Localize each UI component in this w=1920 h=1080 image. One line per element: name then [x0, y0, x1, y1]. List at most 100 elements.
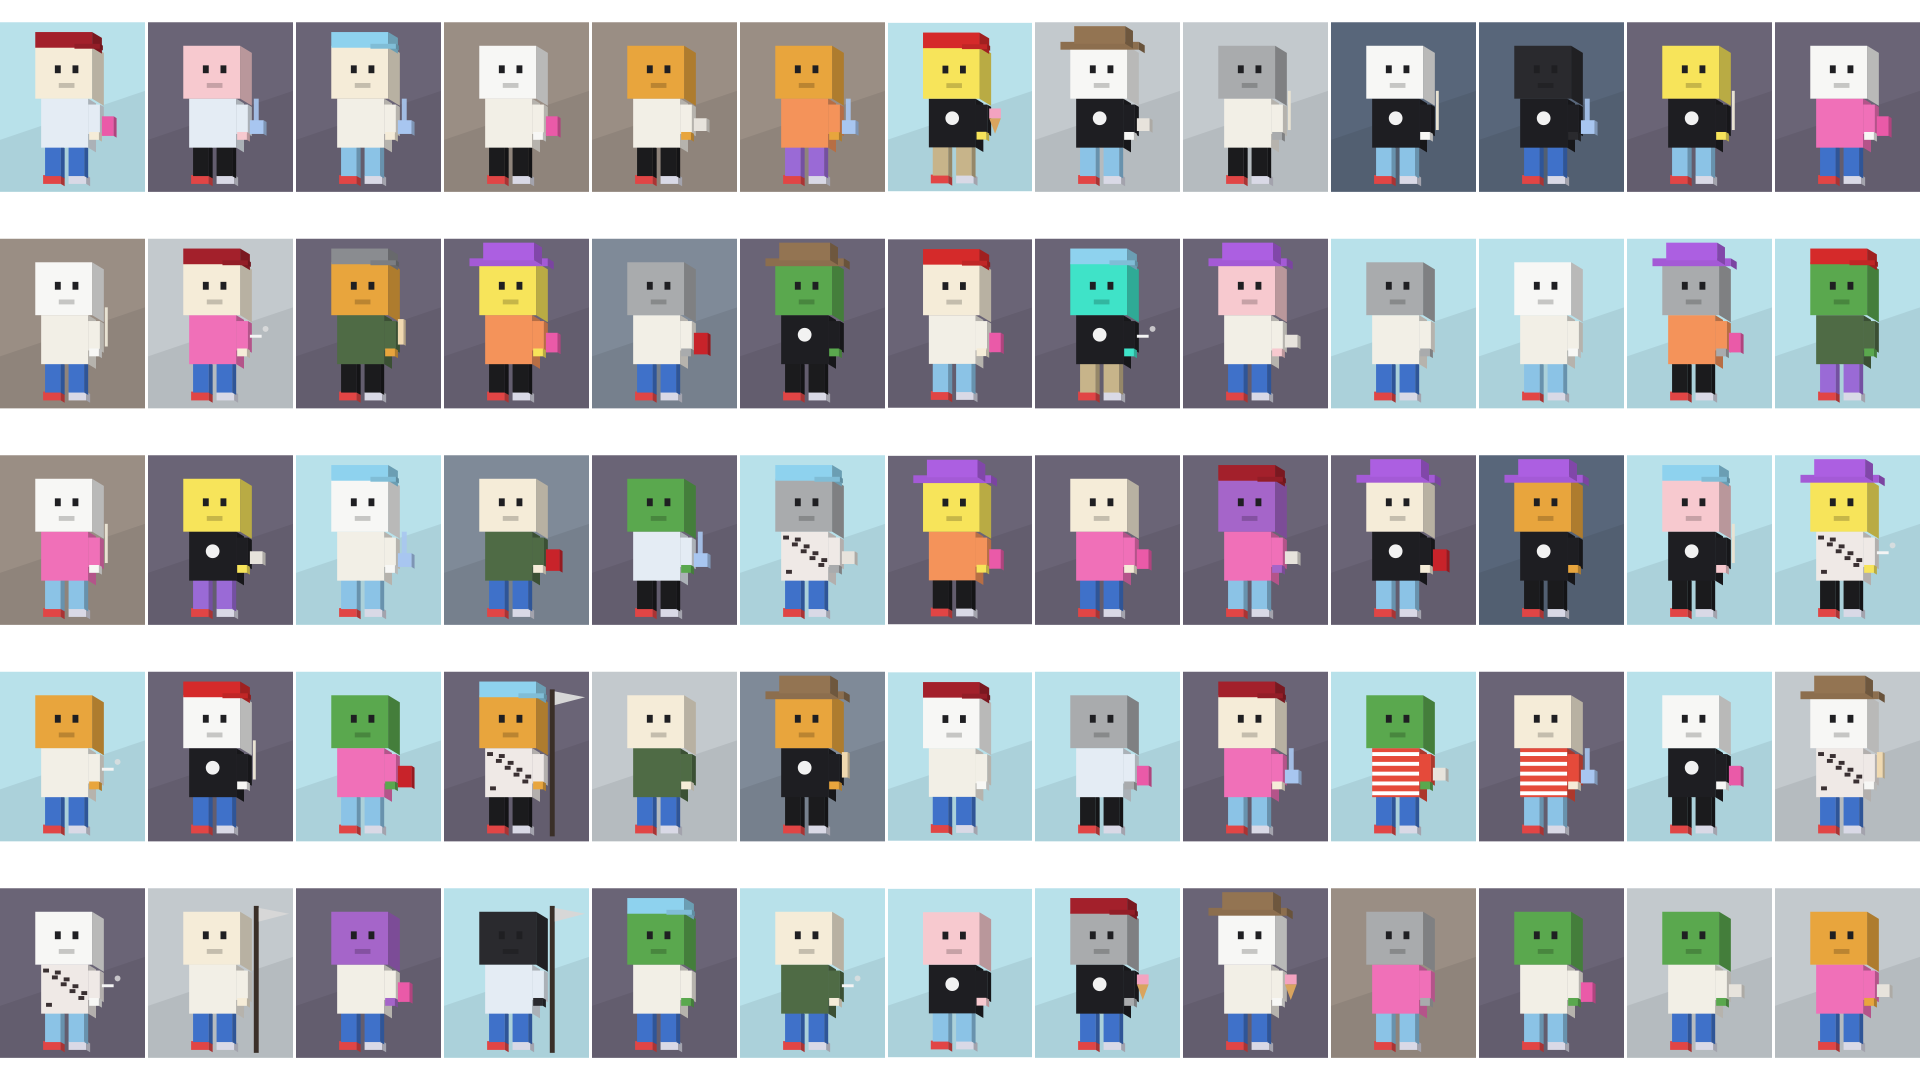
avatar-tile[interactable]: [1183, 217, 1328, 430]
leg: [68, 578, 89, 612]
avatar-tile[interactable]: [1183, 433, 1328, 647]
avatar-tile[interactable]: [592, 433, 737, 647]
avatar-tile[interactable]: [1479, 650, 1624, 863]
avatar-tile[interactable]: [1183, 866, 1328, 1080]
avatar-render: [148, 238, 293, 409]
avatar-tile[interactable]: [1035, 866, 1180, 1080]
head: [35, 45, 104, 106]
leg: [1843, 578, 1864, 612]
avatar-render: [1627, 671, 1772, 842]
avatar-render: [1035, 671, 1180, 842]
leg: [1547, 578, 1568, 612]
avatar-tile[interactable]: [1627, 866, 1772, 1080]
head: [183, 911, 252, 972]
avatar-tile[interactable]: [592, 866, 737, 1080]
head: [1810, 478, 1879, 539]
arm: [1123, 537, 1139, 570]
avatar-tile[interactable]: [296, 0, 441, 214]
avatar-tile[interactable]: [740, 650, 885, 863]
avatar-tile[interactable]: [1775, 217, 1920, 430]
avatar-tile[interactable]: [1627, 433, 1772, 647]
avatar-tile[interactable]: [296, 433, 441, 647]
shirt: [1224, 964, 1280, 1019]
avatar-tile[interactable]: [1479, 433, 1624, 647]
avatar-tile[interactable]: [0, 650, 145, 863]
avatar-tile[interactable]: [296, 217, 441, 430]
avatar-tile[interactable]: [888, 217, 1032, 430]
avatar-tile[interactable]: [1035, 650, 1180, 863]
avatar-tile[interactable]: [1331, 433, 1476, 647]
arm: [1567, 970, 1583, 1003]
leg: [1251, 578, 1272, 612]
avatar-tile[interactable]: [1775, 433, 1920, 647]
avatar-tile[interactable]: [1775, 0, 1920, 214]
avatar-tile[interactable]: [1183, 0, 1328, 214]
avatar-tile[interactable]: [444, 217, 589, 430]
avatar-tile[interactable]: [740, 0, 885, 214]
avatar-tile[interactable]: [740, 433, 885, 647]
head: [923, 262, 992, 323]
avatar-tile[interactable]: [1183, 650, 1328, 863]
avatar-tile[interactable]: [1775, 650, 1920, 863]
arm: [236, 104, 252, 137]
avatar-render: [1183, 888, 1328, 1058]
avatar-render: [888, 455, 1032, 625]
avatar-tile[interactable]: [592, 0, 737, 214]
avatar-tile[interactable]: [444, 866, 589, 1080]
avatar-tile[interactable]: [0, 0, 145, 214]
shirt: [41, 964, 97, 1019]
arm: [1863, 104, 1879, 137]
avatar-render: [1331, 888, 1476, 1058]
avatar-tile[interactable]: [1035, 433, 1180, 647]
avatar-tile[interactable]: [0, 433, 145, 647]
avatar-tile[interactable]: [740, 866, 885, 1080]
leg: [1103, 145, 1124, 179]
avatar-tile[interactable]: [148, 0, 293, 214]
avatar-tile[interactable]: [296, 650, 441, 863]
avatar-tile[interactable]: [1035, 217, 1180, 430]
avatar-tile[interactable]: [444, 650, 589, 863]
avatar-tile[interactable]: [740, 217, 885, 430]
avatar-tile[interactable]: [444, 433, 589, 647]
avatar-tile[interactable]: [592, 217, 737, 430]
avatar-tile[interactable]: [1331, 217, 1476, 430]
arm: [1715, 970, 1731, 1003]
avatar-tile[interactable]: [1627, 217, 1772, 430]
leg: [808, 795, 829, 828]
avatar-tile[interactable]: [888, 433, 1032, 647]
glass: [693, 118, 710, 133]
avatar-tile[interactable]: [1775, 866, 1920, 1080]
avatar-tile[interactable]: [1479, 0, 1624, 214]
head: [1366, 262, 1435, 323]
avatar-tile[interactable]: [0, 866, 145, 1080]
avatar-tile[interactable]: [1627, 0, 1772, 214]
avatar-tile[interactable]: [1331, 650, 1476, 863]
avatar-tile[interactable]: [888, 650, 1032, 863]
avatar-tile[interactable]: [1035, 0, 1180, 214]
avatar-render: [1183, 455, 1328, 625]
avatar-tile[interactable]: [148, 866, 293, 1080]
avatar-tile[interactable]: [148, 217, 293, 430]
avatar-tile[interactable]: [888, 0, 1032, 214]
leg: [637, 578, 657, 612]
avatar-tile[interactable]: [296, 866, 441, 1080]
arm: [1271, 537, 1287, 570]
shirt: [337, 315, 393, 369]
avatar-tile[interactable]: [1331, 866, 1476, 1080]
avatar-tile[interactable]: [444, 0, 589, 214]
avatar-tile[interactable]: [1479, 217, 1624, 430]
avatar-tile[interactable]: [148, 650, 293, 863]
shirt: [1668, 964, 1724, 1019]
avatar-tile[interactable]: [592, 650, 737, 863]
arm: [88, 104, 104, 137]
avatar-tile[interactable]: [148, 433, 293, 647]
avatar-tile[interactable]: [1331, 0, 1476, 214]
avatar-tile[interactable]: [0, 217, 145, 430]
avatar-tile[interactable]: [1627, 650, 1772, 863]
avatar-tile[interactable]: [1479, 866, 1624, 1080]
leg: [1080, 578, 1100, 612]
glass: [1136, 118, 1153, 133]
head: [923, 912, 992, 972]
avatar-tile[interactable]: [888, 866, 1032, 1080]
leg: [1228, 362, 1248, 395]
